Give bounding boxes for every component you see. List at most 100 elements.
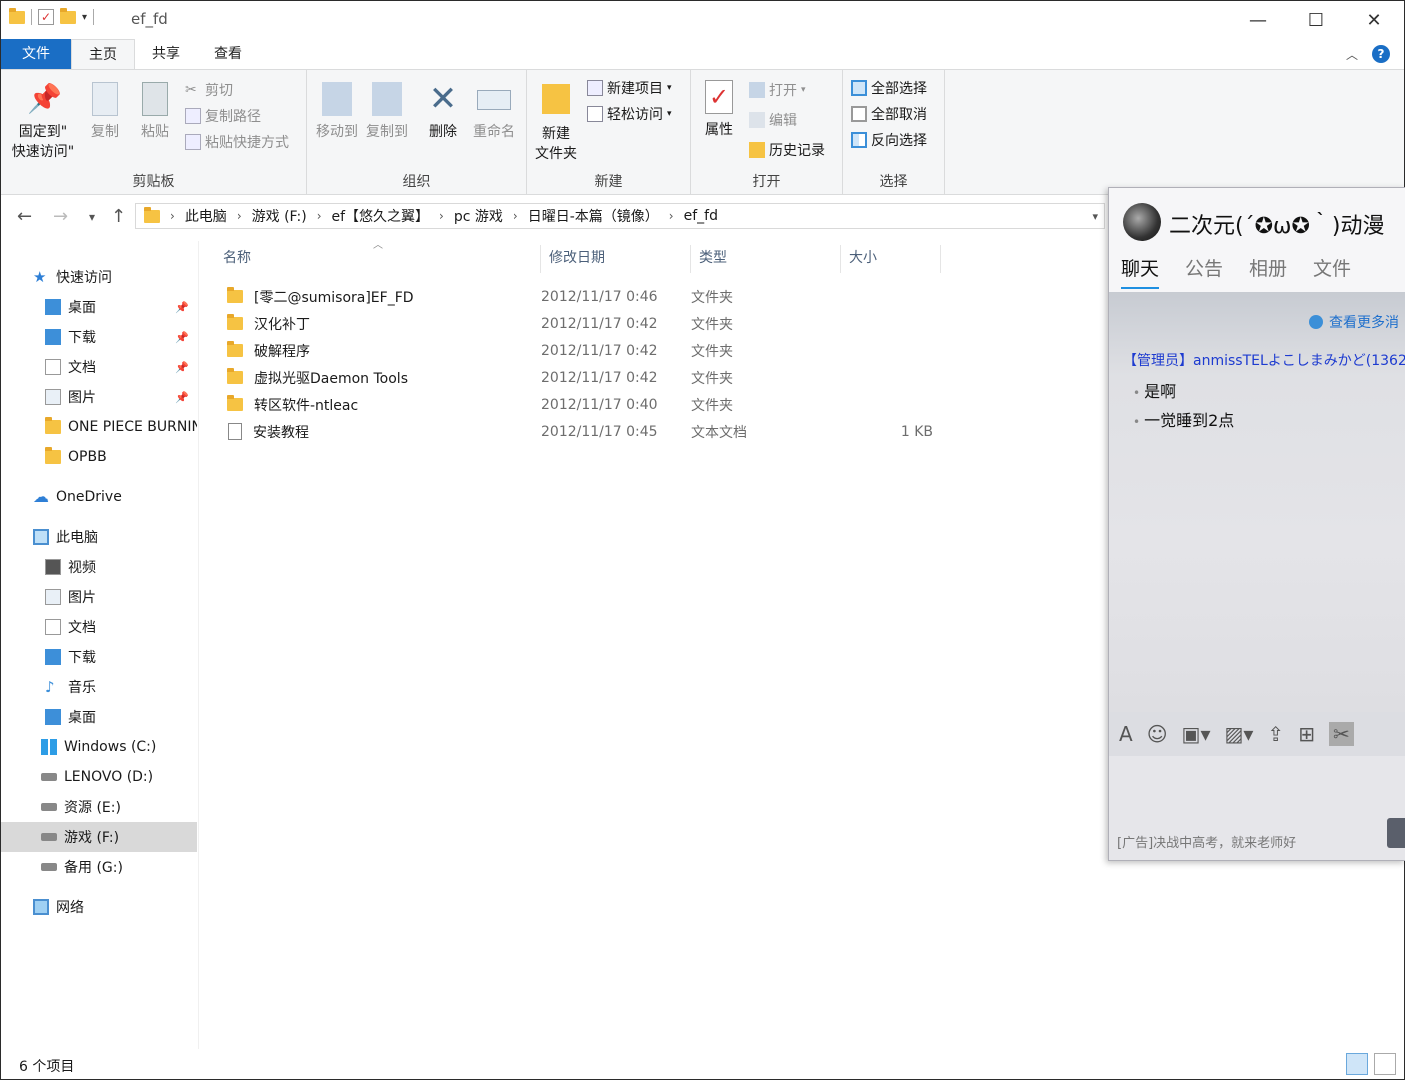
nav-qa-desktop[interactable]: 桌面 📌 xyxy=(1,292,197,322)
copy-path-icon xyxy=(185,108,201,124)
column-size[interactable]: 大小 xyxy=(841,245,941,273)
tab-chat[interactable]: 聊天 xyxy=(1121,254,1160,289)
nav-drive-c[interactable]: Windows (C:) xyxy=(1,732,197,762)
tab-file[interactable]: 文件 xyxy=(1,39,71,69)
chat-input[interactable]: [广告]决战中高考，就来老师好 xyxy=(1109,756,1405,860)
nav-pc-documents[interactable]: 文档 xyxy=(1,612,197,642)
tab-share[interactable]: 共享 xyxy=(135,39,197,69)
file-row[interactable]: 汉化补丁 2012/11/17 0:42 文件夹 xyxy=(223,310,943,337)
paste-button[interactable]: 粘贴 xyxy=(135,82,175,142)
nav-pc-music[interactable]: ♪ 音乐 xyxy=(1,672,197,702)
large-icons-view-icon[interactable] xyxy=(1374,1053,1396,1075)
breadcrumb-drive-f[interactable]: 游戏 (F:) xyxy=(246,206,313,226)
nav-qa-downloads[interactable]: 下载 📌 xyxy=(1,322,197,352)
properties-button[interactable]: ✓ 属性 xyxy=(699,80,739,140)
address-bar[interactable]: › 此电脑 › 游戏 (F:) › ef【悠久之翼】 › pc 游戏 › 日曜日… xyxy=(135,203,1105,229)
file-row[interactable]: 安装教程 2012/11/17 0:45 文本文档 1 KB xyxy=(223,418,943,445)
collapse-ribbon-icon[interactable]: ︿ xyxy=(1346,46,1358,63)
view-more-link[interactable]: 查看更多消 xyxy=(1309,312,1399,332)
delete-x-icon: ✕ xyxy=(428,79,458,119)
breadcrumb-pc-games[interactable]: pc 游戏 xyxy=(448,206,509,226)
file-row[interactable]: 破解程序 2012/11/17 0:42 文件夹 xyxy=(223,337,943,364)
breadcrumb-ef[interactable]: ef【悠久之翼】 xyxy=(326,206,436,226)
minimize-button[interactable]: — xyxy=(1229,1,1287,39)
easy-access-button[interactable]: 轻松访问 ▾ xyxy=(587,104,672,124)
nav-drive-f[interactable]: 游戏 (F:) xyxy=(1,822,197,852)
copy-to-button[interactable]: 复制到 xyxy=(363,82,411,142)
paste-shortcut-button[interactable]: 粘贴快捷方式 xyxy=(185,132,289,152)
open-button[interactable]: 打开 ▾ xyxy=(749,80,806,100)
pin-quick-access-button[interactable]: 📌 固定到" 快速访问" xyxy=(9,82,77,162)
new-item-button[interactable]: 新建项目 ▾ xyxy=(587,78,672,98)
emoji-icon[interactable]: ☺ xyxy=(1147,722,1168,746)
file-row[interactable]: [零二@sumisora]EF_FD 2012/11/17 0:46 文件夹 xyxy=(223,283,943,310)
message-area: 查看更多消 【管理员】anmissTELよこしまみかど(136279 是啊 一觉… xyxy=(1109,292,1405,712)
font-icon[interactable]: A xyxy=(1119,722,1133,746)
nav-quick-access[interactable]: ★ 快速访问 xyxy=(1,262,197,292)
details-view-icon[interactable] xyxy=(1346,1053,1368,1075)
address-dropdown-icon[interactable]: ▾ xyxy=(1092,210,1098,223)
customize-qat-icon[interactable]: ▾ xyxy=(82,12,87,23)
column-date[interactable]: 修改日期 xyxy=(541,245,691,273)
up-arrow-icon[interactable]: ↑ xyxy=(111,206,126,227)
nav-qa-opbb[interactable]: OPBB xyxy=(1,442,197,472)
nav-pc-videos[interactable]: 视频 xyxy=(1,552,197,582)
properties-check-icon[interactable]: ✓ xyxy=(38,9,54,25)
edit-button[interactable]: 编辑 xyxy=(749,110,797,130)
column-type[interactable]: 类型 xyxy=(691,245,841,273)
invert-selection-button[interactable]: 反向选择 xyxy=(851,130,927,150)
select-none-button[interactable]: 全部取消 xyxy=(851,104,927,124)
nav-qa-pictures[interactable]: 图片 📌 xyxy=(1,382,197,412)
screenshot-scissors-icon[interactable]: ✂ xyxy=(1328,722,1354,746)
nav-drive-e[interactable]: 资源 (E:) xyxy=(1,792,197,822)
cut-button[interactable]: ✂ 剪切 xyxy=(185,80,233,100)
organize-label: 组织 xyxy=(402,174,431,190)
back-arrow-icon[interactable]: ← xyxy=(17,206,32,227)
delete-button[interactable]: ✕ 删除 xyxy=(423,82,463,142)
gift-icon[interactable]: ⊞ xyxy=(1298,722,1315,746)
breadcrumb-this-pc[interactable]: 此电脑 xyxy=(179,206,233,226)
select-label: 选择 xyxy=(879,174,908,190)
nav-pc-downloads[interactable]: 下载 xyxy=(1,642,197,672)
ad-text[interactable]: [广告]决战中高考，就来老师好 xyxy=(1117,832,1296,851)
tab-announcement[interactable]: 公告 xyxy=(1185,254,1223,289)
tab-home[interactable]: 主页 xyxy=(71,39,135,69)
nav-qa-onepiece[interactable]: ONE PIECE BURNIN xyxy=(1,412,197,442)
copy-button[interactable]: 复制 xyxy=(85,82,125,142)
tab-view[interactable]: 查看 xyxy=(197,39,259,69)
forward-arrow-icon[interactable]: → xyxy=(53,206,68,227)
breadcrumb-ef-fd[interactable]: ef_fd xyxy=(678,208,724,224)
column-name[interactable]: 名称 ︿ xyxy=(215,240,541,273)
recent-locations-icon[interactable]: ▾ xyxy=(89,210,95,224)
nav-pc-pictures[interactable]: 图片 xyxy=(1,582,197,612)
nav-drive-g[interactable]: 备用 (G:) xyxy=(1,852,197,882)
send-button[interactable] xyxy=(1387,818,1405,848)
history-button[interactable]: 历史记录 xyxy=(749,140,825,160)
nav-this-pc[interactable]: 此电脑 xyxy=(1,522,197,552)
select-all-button[interactable]: 全部选择 xyxy=(851,78,927,98)
nav-onedrive[interactable]: ☁ OneDrive xyxy=(1,482,197,512)
breadcrumb-main[interactable]: 日曜日-本篇（镜像） xyxy=(522,206,665,226)
group-avatar[interactable] xyxy=(1123,203,1161,241)
nav-network[interactable]: 网络 xyxy=(1,892,197,922)
message-sender[interactable]: 【管理员】anmissTELよこしまみかど(136279 xyxy=(1123,350,1405,370)
close-button[interactable]: ✕ xyxy=(1345,1,1403,39)
help-icon[interactable]: ? xyxy=(1372,45,1390,63)
copy-path-button[interactable]: 复制路径 xyxy=(185,106,261,126)
tab-files[interactable]: 文件 xyxy=(1313,254,1351,289)
upload-icon[interactable]: ⇪ xyxy=(1267,722,1284,746)
maximize-button[interactable]: ☐ xyxy=(1287,1,1345,39)
nav-qa-documents[interactable]: 文档 📌 xyxy=(1,352,197,382)
nav-pc-desktop[interactable]: 桌面 xyxy=(1,702,197,732)
file-row[interactable]: 虚拟光驱Daemon Tools 2012/11/17 0:42 文件夹 xyxy=(223,364,943,391)
image-icon[interactable]: ▨▾ xyxy=(1224,722,1253,746)
move-to-button[interactable]: 移动到 xyxy=(313,82,361,142)
new-folder-button[interactable]: 新建 文件夹 xyxy=(533,82,579,164)
rename-button[interactable]: 重命名 xyxy=(469,82,519,142)
new-folder-icon[interactable] xyxy=(60,7,76,24)
nav-drive-d[interactable]: LENOVO (D:) xyxy=(1,762,197,792)
tab-album[interactable]: 相册 xyxy=(1249,254,1287,289)
downloads-folder-icon xyxy=(45,649,61,665)
gif-icon[interactable]: ▣▾ xyxy=(1182,722,1211,746)
file-row[interactable]: 转区软件-ntleac 2012/11/17 0:40 文件夹 xyxy=(223,391,943,418)
